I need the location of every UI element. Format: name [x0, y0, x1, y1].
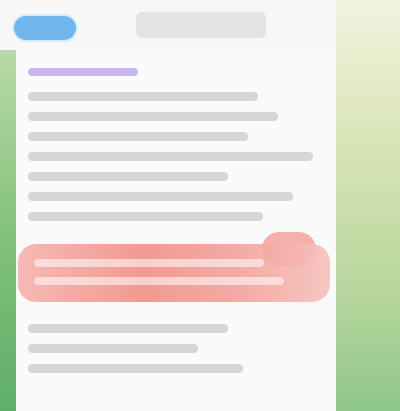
text-line: [28, 324, 228, 333]
text-line: [28, 364, 243, 373]
highlighted-block[interactable]: [18, 244, 330, 302]
back-button-label: [14, 16, 15, 17]
text-line: [28, 212, 263, 221]
left-decorative-panel: [0, 50, 16, 411]
text-line: [28, 192, 293, 201]
text-line: [28, 112, 278, 121]
text-line: [28, 152, 313, 161]
text-line: [28, 132, 248, 141]
content-link[interactable]: [28, 68, 138, 76]
text-line: [28, 92, 258, 101]
highlight-text-line: [34, 277, 284, 285]
page-title: [136, 12, 266, 38]
text-line: [28, 344, 198, 353]
text-line: [28, 172, 228, 181]
right-decorative-panel: [336, 0, 400, 411]
back-button[interactable]: [12, 14, 78, 42]
content-panel: [16, 50, 336, 411]
highlight-text-line: [34, 259, 264, 267]
